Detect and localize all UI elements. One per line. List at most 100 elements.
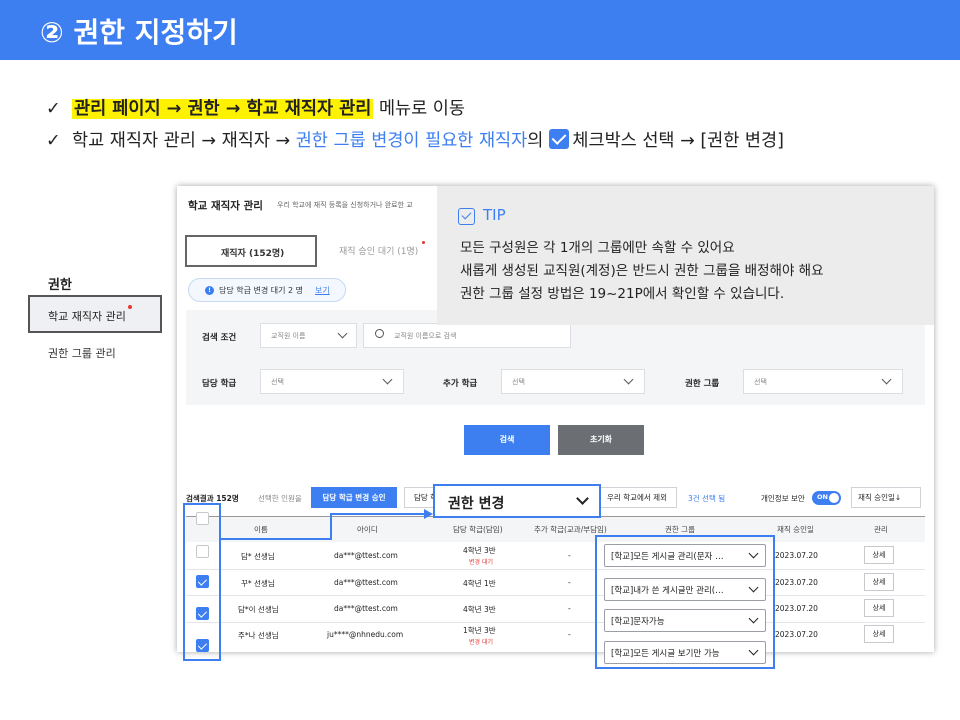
panel-subtitle: 우리 학교에 재직 등록을 신청하거나 완료한 교	[277, 201, 413, 209]
tab-pending-approval[interactable]: 재직 승인 대기 (1명)	[339, 244, 418, 257]
approval-date: 2023.07.20	[775, 630, 818, 639]
connector-line	[330, 513, 426, 515]
chevron-down-icon	[881, 374, 892, 385]
notice-view-link[interactable]: 보기	[315, 285, 330, 296]
extra-class: -	[568, 630, 571, 639]
approve-class-change-button[interactable]: 담당 학급 변경 승인	[311, 487, 397, 508]
chevron-down-icon	[748, 613, 759, 624]
connector-line	[330, 513, 332, 540]
extra-class-label: 추가 학급	[443, 379, 478, 389]
checkmark-icon: ✓	[46, 99, 61, 119]
checkbox-column-highlight	[183, 503, 221, 661]
group-label: 권한 그룹	[685, 379, 720, 389]
column-header: 추가 학급(교과/부담임)	[534, 525, 607, 534]
approval-date: 2023.07.20	[775, 578, 818, 587]
row-divider	[186, 595, 925, 596]
header-banner: ② 권한 지정하기	[0, 0, 960, 60]
chevron-down-icon	[337, 328, 348, 339]
group-select-row-4[interactable]: [학교]모든 게시글 보기만 가능	[604, 641, 766, 664]
sidebar-item-staff-management[interactable]: 학교 재직자 관리	[28, 295, 162, 333]
status-badge: 변경 대기	[469, 559, 493, 566]
staff-name: 담* 선생님	[241, 552, 275, 561]
tab-staff[interactable]: 재직자 (152명)	[185, 235, 317, 267]
instruction-line-2: ✓ 학교 재직자 관리 → 재직자 → 권한 그룹 변경이 필요한 재직자의 체크박…	[46, 127, 784, 152]
detail-button[interactable]: 상세	[864, 573, 894, 591]
group-select[interactable]: 선택	[743, 369, 903, 394]
class-select[interactable]: 선택	[260, 369, 404, 394]
menu-path-highlight: 관리 페이지 → 권한 → 학교 재직자 관리	[72, 99, 374, 119]
group-value: [학교]내가 쓴 게시글만 관리(…	[611, 586, 724, 596]
column-header: 이름	[254, 525, 268, 534]
select-value: 선택	[271, 378, 284, 386]
sort-select[interactable]: 재직 승인일↓	[851, 487, 921, 508]
chevron-down-icon	[382, 374, 393, 385]
extra-class: -	[568, 578, 571, 587]
checkbox-icon	[549, 129, 570, 149]
instruction-text: 학교 재직자 관리 → 재직자 →	[72, 131, 296, 151]
exclude-button[interactable]: 우리 학교에서 제외	[597, 487, 677, 508]
chevron-down-icon	[748, 582, 759, 593]
detail-button[interactable]: 상세	[864, 625, 894, 643]
instruction-text: 의	[527, 131, 544, 151]
search-icon	[375, 329, 384, 338]
extra-class: -	[568, 604, 571, 613]
selected-label: 선택한 인원을	[258, 494, 302, 503]
staff-name: 주*나 선생님	[238, 631, 279, 640]
extra-class: -	[568, 551, 571, 560]
page-title: ② 권한 지정하기	[40, 16, 238, 49]
instruction-text: 메뉴로 이동	[373, 99, 466, 119]
checkbox-icon	[458, 208, 475, 225]
selected-count: 3건 선택 됨	[688, 494, 726, 503]
sidebar-item-group-management[interactable]: 권한 그룹 관리	[48, 345, 116, 361]
group-select-row-1[interactable]: [학교]모든 게시글 관리(문자 …	[604, 544, 766, 567]
sidebar-title: 권한	[48, 278, 72, 293]
class-change-notice: ! 담당 학급 변경 대기 2 명 보기	[188, 278, 346, 302]
tip-line: 권한 그룹 설정 방법은 19~21P에서 확인할 수 있습니다.	[460, 286, 785, 302]
search-input[interactable]: 교직원 이름으로 검색	[363, 323, 571, 348]
select-value: 선택	[512, 378, 525, 386]
tip-line: 모든 구성원은 각 1개의 그룹에만 속할 수 있어요	[460, 240, 735, 256]
select-label: 권한 변경	[448, 496, 505, 512]
row-divider	[186, 622, 925, 623]
tip-box: TIP 모든 구성원은 각 1개의 그룹에만 속할 수 있어요 새롭게 생성된 …	[437, 186, 934, 325]
staff-class: 1학년 3반	[463, 626, 496, 635]
condition-label: 검색 조건	[202, 333, 237, 343]
chevron-down-icon	[748, 548, 759, 559]
column-header: 권한 그룹	[665, 525, 695, 534]
checkmark-icon: ✓	[46, 131, 61, 151]
group-value: [학교]모든 게시글 관리(문자 …	[611, 552, 724, 562]
new-badge-dot	[422, 241, 425, 244]
extra-class-select[interactable]: 선택	[501, 369, 645, 394]
info-icon: !	[205, 286, 214, 295]
instruction-text: 체크박스 선택 → [권한 변경]	[572, 131, 784, 151]
instruction-blue-text: 권한 그룹 변경이 필요한 재직자	[295, 131, 528, 151]
group-select-row-2[interactable]: [학교]내가 쓴 게시글만 관리(…	[604, 578, 766, 601]
privacy-label: 개인정보 보안	[761, 494, 805, 503]
staff-id: da***@ttest.com	[334, 578, 398, 587]
column-header: 담당 학급(담임)	[453, 525, 503, 534]
condition-select[interactable]: 교직원 이름	[260, 323, 357, 348]
toggle-label: ON	[817, 493, 828, 501]
toggle-knob	[829, 493, 839, 503]
search-button[interactable]: 검색	[464, 425, 550, 455]
chevron-down-icon	[623, 374, 634, 385]
privacy-toggle[interactable]: ON	[812, 491, 841, 505]
staff-id: ju****@nhnedu.com	[327, 630, 404, 639]
staff-class: 4학년 3반	[463, 605, 496, 614]
detail-button[interactable]: 상세	[864, 599, 894, 617]
column-header: 아이디	[357, 525, 378, 534]
notice-text: 담당 학급 변경 대기 2 명	[219, 286, 304, 295]
group-select-row-3[interactable]: [학교]문자가능	[604, 609, 766, 632]
staff-name: 담*이 선생님	[238, 605, 279, 614]
class-label: 담당 학급	[202, 379, 237, 389]
column-header: 관리	[874, 525, 888, 534]
permission-change-select[interactable]: 권한 변경	[433, 484, 601, 518]
detail-button[interactable]: 상세	[864, 546, 894, 564]
group-value: [학교]모든 게시글 보기만 가능	[611, 649, 720, 659]
tab-label: 재직자 (152명)	[221, 249, 285, 259]
staff-name: 꾸* 선생님	[241, 579, 275, 588]
staff-class: 4학년 1반	[463, 579, 496, 588]
reset-button[interactable]: 초기화	[558, 425, 644, 455]
select-value: 선택	[754, 378, 767, 386]
chevron-down-icon	[748, 645, 759, 656]
